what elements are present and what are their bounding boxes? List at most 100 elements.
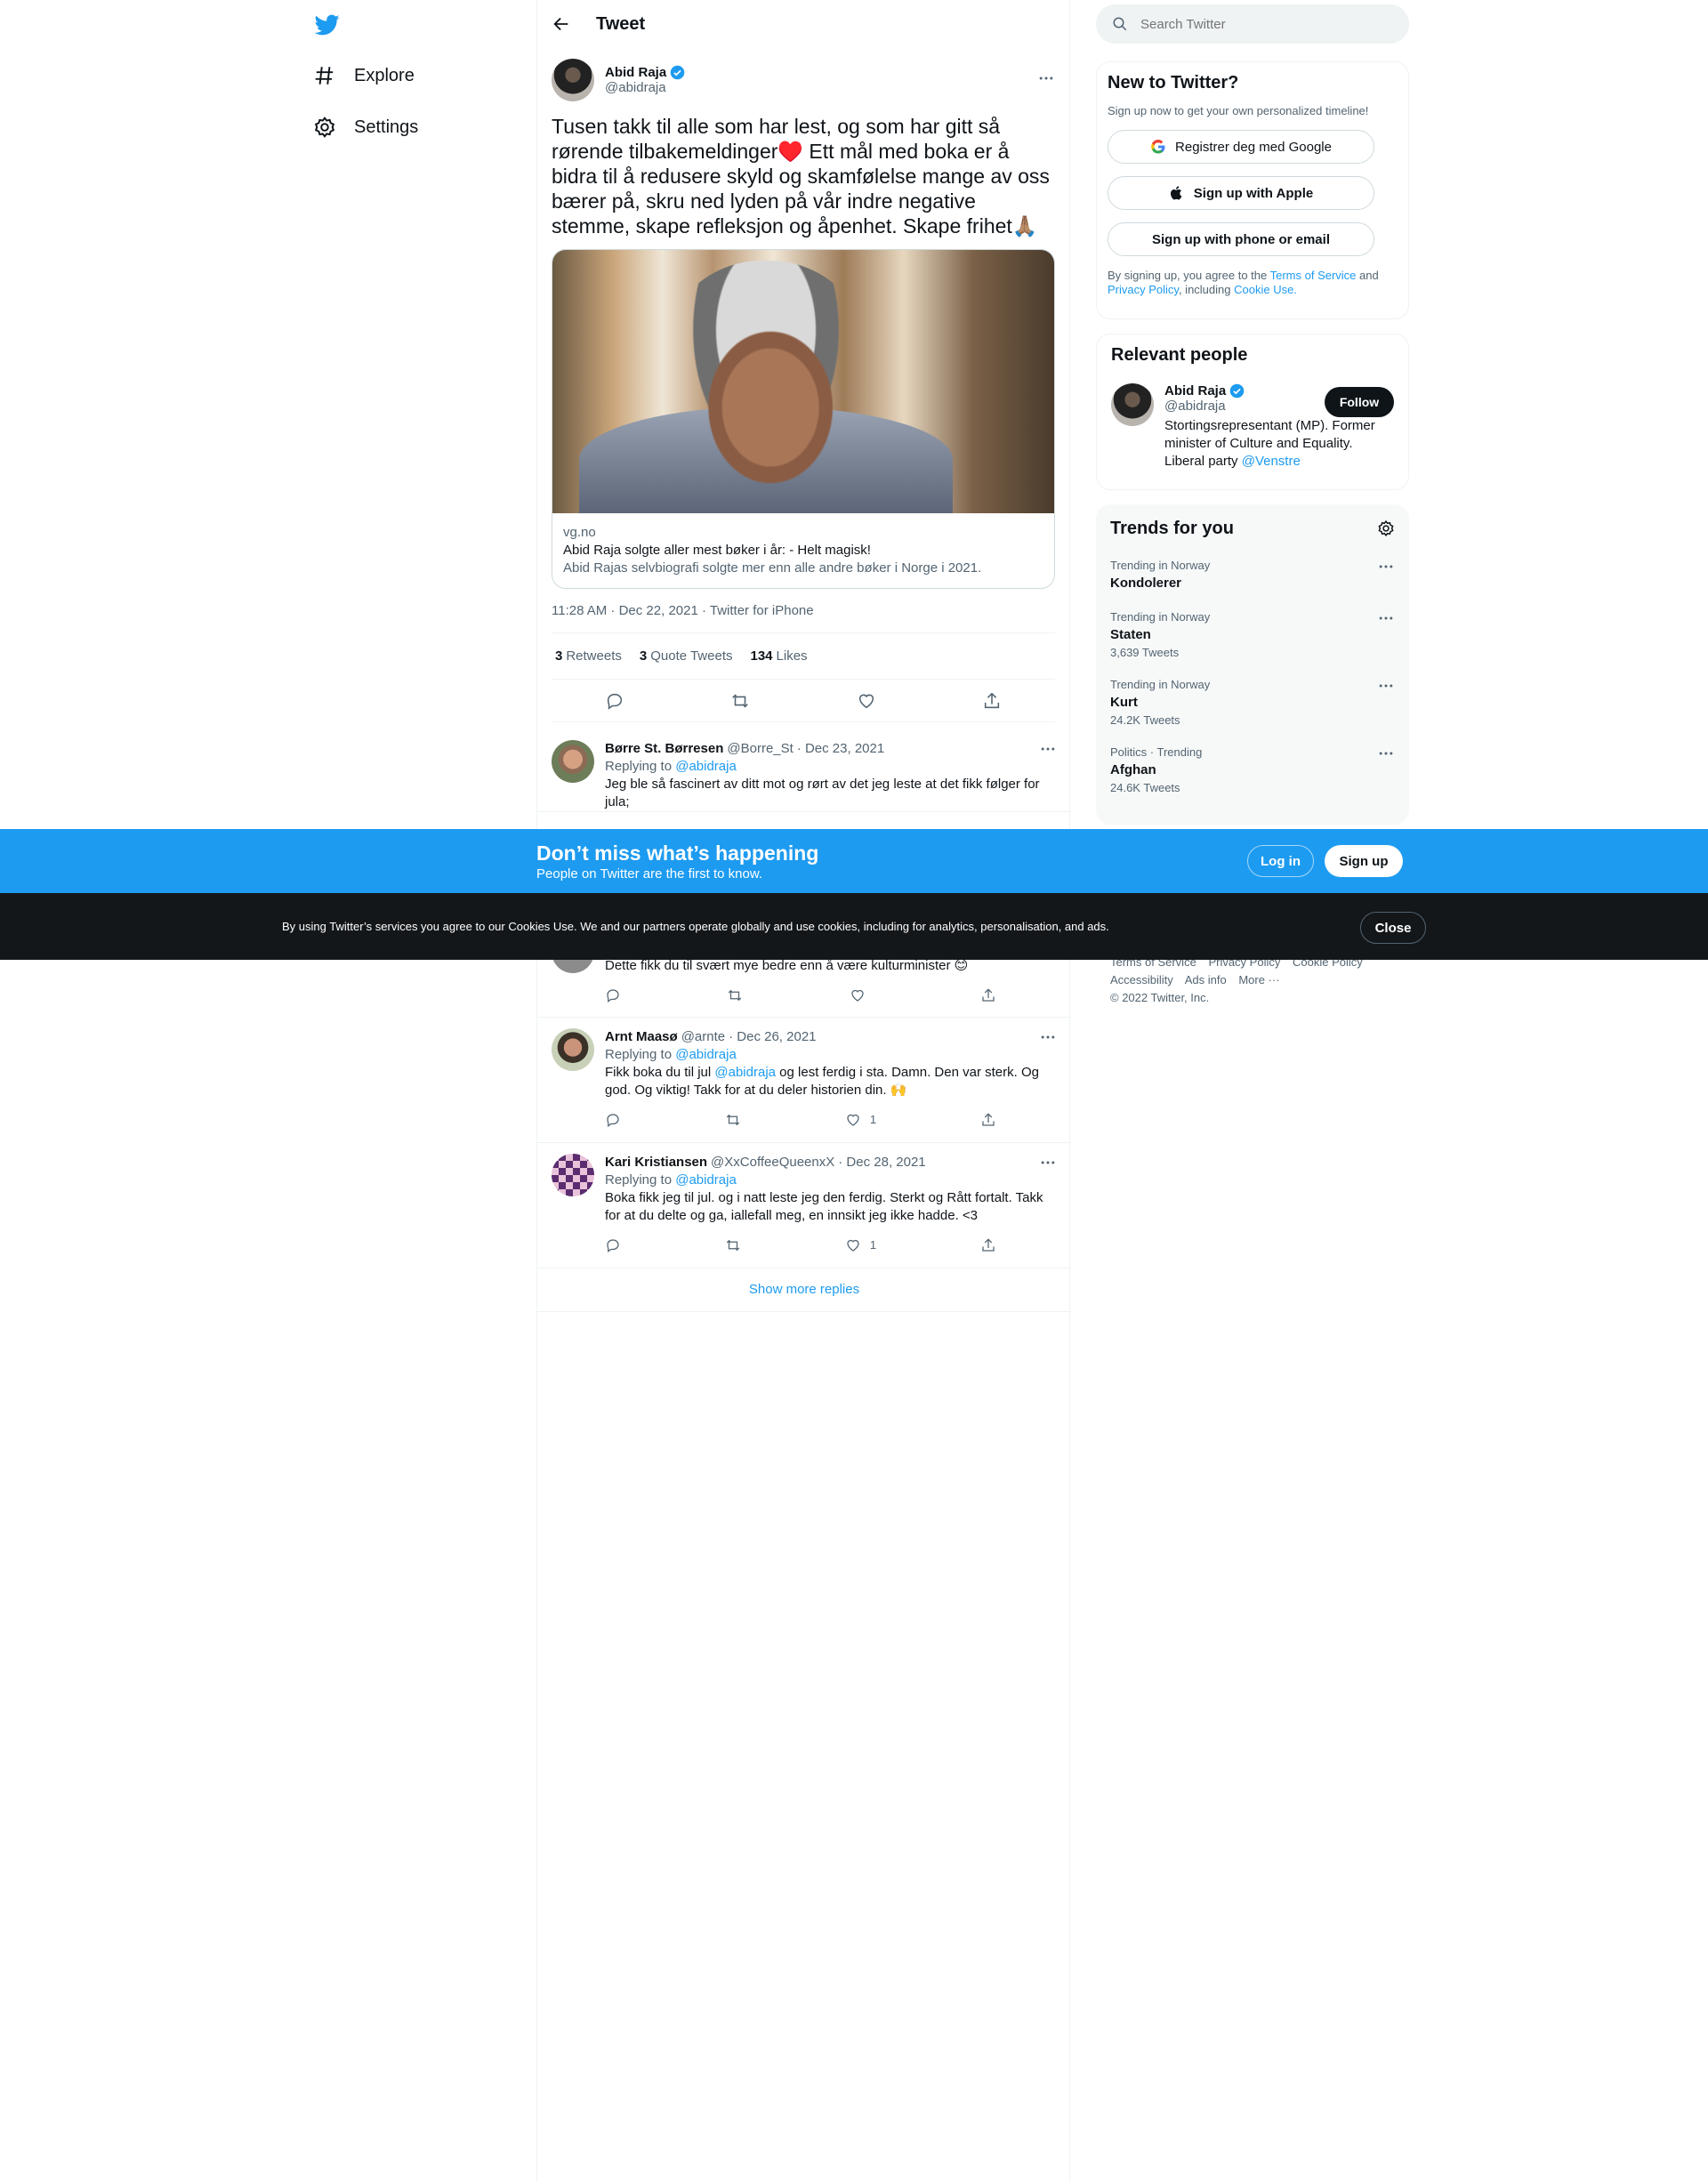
link-card[interactable]: vg.no Abid Raja solgte aller mest bøker … <box>552 249 1055 589</box>
more-options-icon[interactable] <box>1377 745 1395 762</box>
likes-stat[interactable]: 134 Likes <box>751 648 808 664</box>
avatar[interactable] <box>552 740 594 783</box>
trend-context: Politics · Trending <box>1110 745 1203 759</box>
trend-item[interactable]: Politics · Trending Afghan 24.6K Tweets <box>1110 745 1395 796</box>
reply-date[interactable]: · Dec 28, 2021 <box>838 1154 925 1172</box>
nav-settings[interactable]: Settings <box>313 116 418 139</box>
retweet-icon[interactable] <box>725 1112 741 1128</box>
share-icon[interactable] <box>980 987 996 1003</box>
privacy-link[interactable]: Privacy Policy <box>1108 283 1179 296</box>
reply-text: Boka fikk jeg til jul. og i natt leste j… <box>605 1190 1043 1223</box>
footer-accessibility-link[interactable]: Accessibility <box>1110 973 1173 986</box>
more-options-icon[interactable] <box>1039 1154 1057 1172</box>
avatar[interactable] <box>1111 383 1154 426</box>
tweet-text: Tusen takk til alle som har lest, og som… <box>552 115 1056 238</box>
search-bar[interactable] <box>1096 4 1409 44</box>
twitter-logo-icon[interactable] <box>313 12 342 37</box>
relevant-name[interactable]: Abid Raja <box>1164 383 1226 399</box>
like-action[interactable] <box>850 987 874 1003</box>
nav-explore[interactable]: Explore <box>313 64 415 87</box>
reply-date[interactable]: · Dec 26, 2021 <box>729 1028 816 1046</box>
show-more-replies-button[interactable]: Show more replies <box>537 1268 1071 1312</box>
reply-author-handle[interactable]: @Borre_St <box>727 740 793 758</box>
login-button[interactable]: Log in <box>1247 845 1314 877</box>
replying-to: Replying to @abidraja <box>605 758 1057 776</box>
google-signup-button[interactable]: Registrer deg med Google <box>1108 130 1374 164</box>
author-name-row: Abid Raja <box>605 65 685 80</box>
tweet-actions <box>552 680 1055 722</box>
relevant-people-title: Relevant people <box>1111 345 1248 365</box>
more-options-icon[interactable] <box>1039 1028 1057 1046</box>
more-options-icon[interactable] <box>1039 740 1057 758</box>
replying-to-link[interactable]: @abidraja <box>675 1172 737 1188</box>
apple-signup-button[interactable]: Sign up with Apple <box>1108 176 1374 210</box>
retweet-icon[interactable] <box>730 691 750 711</box>
like-heart-icon <box>847 1239 859 1252</box>
reply-author-name[interactable]: Arnt Maasø <box>605 1028 678 1046</box>
quotes-stat[interactable]: 3 Quote Tweets <box>640 648 733 664</box>
reply-item[interactable]: Kari Kristiansen @XxCoffeeQueenxX · Dec … <box>537 1143 1071 1268</box>
likes-label: Likes <box>776 648 808 664</box>
tweet-timestamp[interactable]: 11:28 AM · Dec 22, 2021 · Twitter for iP… <box>552 589 1055 632</box>
relevant-bio: Stortingsrepresentant (MP). Former minis… <box>1164 417 1394 471</box>
retweet-icon[interactable] <box>727 987 743 1003</box>
mention-link[interactable]: @abidraja <box>714 1065 776 1080</box>
share-icon[interactable] <box>982 691 1002 711</box>
retweet-icon[interactable] <box>725 1237 741 1253</box>
phone-email-signup-button[interactable]: Sign up with phone or email <box>1108 222 1374 256</box>
more-options-icon[interactable] <box>1377 609 1395 627</box>
reply-author-handle[interactable]: @XxCoffeeQueenxX <box>711 1154 834 1172</box>
trend-name: Kurt <box>1110 695 1138 710</box>
relevant-people-panel: Relevant people Abid Raja @abidraja Stor… <box>1096 334 1409 490</box>
author-name[interactable]: Abid Raja <box>605 65 666 80</box>
replying-to-link[interactable]: @abidraja <box>675 1047 737 1062</box>
card-image-face <box>650 261 882 527</box>
share-icon[interactable] <box>980 1112 996 1128</box>
back-arrow-icon[interactable] <box>552 14 571 34</box>
footer-more-link[interactable]: More ··· <box>1238 973 1279 986</box>
like-action[interactable]: 1 <box>845 1111 876 1129</box>
more-options-icon[interactable] <box>1377 677 1395 695</box>
bio-mention-link[interactable]: @Venstre <box>1242 454 1301 469</box>
cookie-close-button[interactable]: Close <box>1360 912 1426 944</box>
author-handle[interactable]: @abidraja <box>605 80 685 95</box>
banner-subtitle: People on Twitter are the first to know. <box>536 866 763 882</box>
follow-button[interactable]: Follow <box>1325 387 1394 417</box>
avatar[interactable] <box>552 1154 594 1196</box>
search-input[interactable] <box>1140 16 1372 32</box>
reply-author-name[interactable]: Kari Kristiansen <box>605 1154 707 1172</box>
more-options-icon[interactable] <box>1037 69 1055 87</box>
terms-link[interactable]: Terms of Service <box>1270 269 1357 282</box>
reply-icon[interactable] <box>605 1112 621 1128</box>
retweets-stat[interactable]: 3 Retweets <box>555 648 622 664</box>
like-heart-icon[interactable] <box>857 691 876 711</box>
signup-button[interactable]: Sign up <box>1325 845 1403 877</box>
reply-author-name[interactable]: Børre St. Børresen <box>605 740 723 758</box>
avatar[interactable] <box>552 59 594 101</box>
reply-icon[interactable] <box>605 987 621 1003</box>
trend-item[interactable]: Trending in Norway Kondolerer <box>1110 558 1395 593</box>
tweet-stats: 3 Retweets 3 Quote Tweets 134 Likes <box>552 632 1055 680</box>
reply-icon[interactable] <box>605 1237 621 1253</box>
trends-panel: Trends for you Trending in Norway Kondol… <box>1096 504 1409 825</box>
like-action[interactable]: 1 <box>845 1236 876 1254</box>
reply-item[interactable]: Børre St. Børresen @Borre_St · Dec 23, 2… <box>537 729 1071 812</box>
trend-name: Staten <box>1110 627 1151 642</box>
cookie-use-link[interactable]: Cookie Use. <box>1234 283 1297 296</box>
trend-item[interactable]: Trending in Norway Kurt 24.2K Tweets <box>1110 677 1395 729</box>
reply-date[interactable]: · Dec 23, 2021 <box>797 740 884 758</box>
replying-to-link[interactable]: @abidraja <box>675 759 737 774</box>
more-options-icon[interactable] <box>1377 558 1395 576</box>
reply-author-handle[interactable]: @arnte <box>681 1028 725 1046</box>
footer-ads-link[interactable]: Ads info <box>1185 973 1227 986</box>
trend-count: 24.2K Tweets <box>1110 713 1180 727</box>
relevant-person[interactable]: Abid Raja @abidraja Stortingsrepresentan… <box>1111 383 1394 471</box>
share-icon[interactable] <box>980 1237 996 1253</box>
reply-icon[interactable] <box>605 691 624 711</box>
reply-actions: 1 <box>605 1230 996 1260</box>
signup-legal-text: By signing up, you agree to the Terms of… <box>1108 269 1398 297</box>
reply-item[interactable]: Arnt Maasø @arnte · Dec 26, 2021 Replyin… <box>537 1018 1071 1143</box>
gear-icon[interactable] <box>1377 519 1395 537</box>
trend-item[interactable]: Trending in Norway Staten 3,639 Tweets <box>1110 609 1395 661</box>
avatar[interactable] <box>552 1028 594 1071</box>
